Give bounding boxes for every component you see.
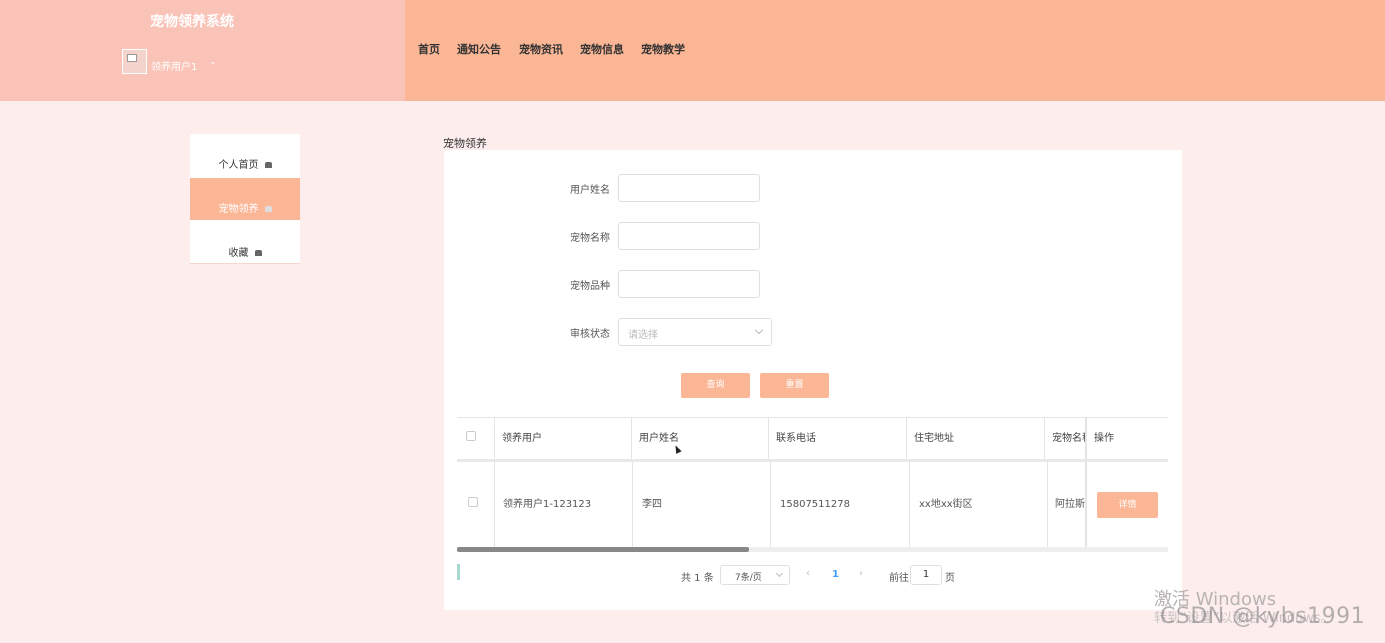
next-page-icon[interactable]: › <box>859 568 863 579</box>
nav-pet-teaching[interactable]: 宠物教学 <box>641 41 685 57</box>
top-nav: 首页 通知公告 宠物资讯 宠物信息 宠物教学 <box>405 0 1385 101</box>
pet-name-label: 宠物名称 <box>570 233 610 244</box>
pet-breed-input[interactable] <box>618 270 760 298</box>
chevron-down-icon <box>754 325 764 335</box>
chevron-down-icon[interactable]: ⌄ <box>209 57 217 67</box>
detail-button[interactable]: 详情 <box>1097 492 1158 518</box>
table-header: 领养用户 <box>495 418 632 460</box>
pagination-marker <box>457 564 460 580</box>
table-cell: 李四 <box>633 462 771 548</box>
brand-panel: 宠物领养系统 领养用户1 ⌄ <box>0 0 405 101</box>
home-icon <box>254 250 262 256</box>
query-button[interactable]: 查询 <box>681 373 750 398</box>
table-header: 住宅地址 <box>907 418 1045 460</box>
sidebar-item-label: 收藏 <box>228 248 249 259</box>
csdn-watermark: CSDN @kybs1991 <box>1160 604 1366 629</box>
goto-prefix: 前往 <box>889 573 909 584</box>
home-icon <box>264 162 272 168</box>
row-select-cell <box>457 462 495 548</box>
table-header-select <box>457 418 495 460</box>
sidebar-item-adoption[interactable]: 宠物领养 <box>190 178 300 220</box>
sidebar-item-label: 个人首页 <box>218 160 259 171</box>
home-icon <box>264 206 272 212</box>
row-checkbox[interactable] <box>468 497 478 507</box>
table-cell: xx地xx街区 <box>910 462 1048 548</box>
nav-notices[interactable]: 通知公告 <box>457 41 501 57</box>
table-cell: 阿拉斯 <box>1048 462 1086 548</box>
user-name[interactable]: 领养用户1 <box>151 58 197 73</box>
username-input[interactable] <box>618 174 760 202</box>
table-cell: 领养用户1-123123 <box>495 462 633 548</box>
scrollbar-thumb[interactable] <box>457 547 749 552</box>
sidebar-item-label: 宠物领养 <box>218 204 259 215</box>
select-all-checkbox[interactable] <box>466 431 476 441</box>
goto-suffix: 页 <box>945 573 955 584</box>
page-size-select[interactable]: 7条/页 <box>720 565 790 585</box>
data-table: 领养用户 用户姓名 联系电话 住宅地址 宠物名称 操作 领养用户1-123123… <box>457 417 1168 551</box>
select-placeholder: 请选择 <box>628 330 658 341</box>
table-header: 宠物名称 <box>1045 418 1086 460</box>
breadcrumb: 宠物领养 <box>443 137 487 150</box>
pet-breed-label: 宠物品种 <box>570 281 610 292</box>
reset-button[interactable]: 重置 <box>760 373 829 398</box>
page-number-current[interactable]: 1 <box>832 569 839 580</box>
table-cell: 15807511278 <box>771 462 910 548</box>
pagination-total: 共 1 条 <box>681 573 714 584</box>
review-status-label: 审核状态 <box>570 329 610 340</box>
sidebar: 个人首页 宠物领养 收藏 <box>190 134 300 264</box>
page-size-value: 7条/页 <box>735 573 762 583</box>
chevron-down-icon <box>775 569 784 578</box>
nav-pet-info[interactable]: 宠物信息 <box>580 41 624 57</box>
table-header: 操作 <box>1086 418 1168 460</box>
username-label: 用户姓名 <box>570 185 610 196</box>
site-title: 宠物领养系统 <box>150 14 234 30</box>
sidebar-item-favorites[interactable]: 收藏 <box>190 222 300 264</box>
pet-name-input[interactable] <box>618 222 760 250</box>
table-header: 用户姓名 <box>632 418 769 460</box>
review-status-select[interactable]: 请选择 <box>618 318 772 346</box>
prev-page-icon[interactable]: ‹ <box>806 568 810 579</box>
table-header: 联系电话 <box>769 418 907 460</box>
goto-page-input[interactable]: 1 <box>910 565 942 585</box>
sidebar-item-home[interactable]: 个人首页 <box>190 134 300 176</box>
avatar[interactable] <box>122 49 147 74</box>
nav-home[interactable]: 首页 <box>418 41 440 57</box>
nav-pet-news[interactable]: 宠物资讯 <box>519 41 563 57</box>
